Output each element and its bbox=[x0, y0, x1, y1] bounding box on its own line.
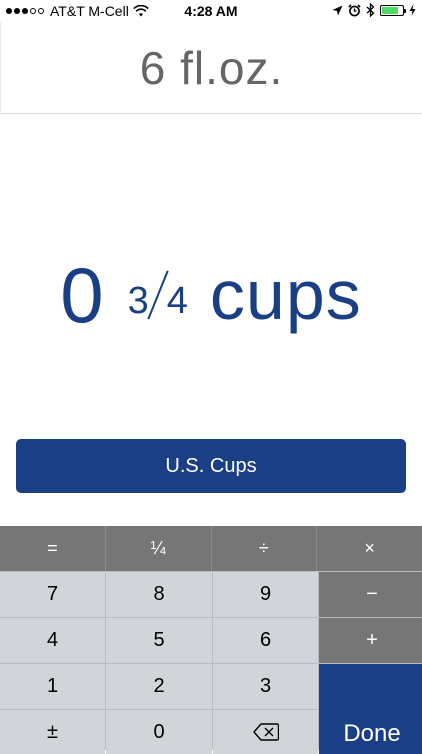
key-6[interactable]: 6 bbox=[213, 618, 318, 663]
result-whole-number: 0 bbox=[60, 250, 104, 339]
bluetooth-icon bbox=[366, 3, 375, 17]
plus-key[interactable]: + bbox=[319, 618, 422, 663]
conversion-result: 0 3 4 cups bbox=[0, 240, 422, 350]
multiply-key[interactable]: × bbox=[317, 526, 422, 571]
key-0[interactable]: 0 bbox=[106, 710, 212, 754]
key-5[interactable]: 5 bbox=[106, 618, 212, 663]
battery-icon bbox=[380, 4, 406, 16]
equals-key[interactable]: = bbox=[0, 526, 106, 571]
key-9[interactable]: 9 bbox=[213, 572, 318, 617]
alarm-icon bbox=[348, 3, 361, 16]
key-4[interactable]: 4 bbox=[0, 618, 105, 663]
plus-minus-key[interactable]: ± bbox=[0, 710, 105, 754]
minus-key[interactable]: − bbox=[319, 572, 422, 617]
unit-select-button[interactable]: U.S. Cups bbox=[16, 439, 406, 493]
input-value: 6 fl.oz. bbox=[139, 41, 284, 94]
fraction-numerator: 3 bbox=[127, 279, 149, 322]
quarter-fraction-key[interactable]: ¼ bbox=[106, 526, 212, 571]
backspace-icon bbox=[252, 723, 279, 741]
key-8[interactable]: 8 bbox=[106, 572, 212, 617]
key-1[interactable]: 1 bbox=[0, 664, 105, 709]
status-right bbox=[332, 3, 416, 17]
fraction-denominator: 4 bbox=[166, 279, 188, 322]
location-icon bbox=[332, 5, 343, 15]
keypad: = ¼ ÷ × 7 8 9 − 4 5 6 + 1 2 3 Done ± 0 bbox=[0, 526, 422, 754]
input-display[interactable]: 6 fl.oz. bbox=[0, 22, 422, 114]
result-fraction: 3 4 bbox=[127, 269, 188, 322]
backspace-key[interactable] bbox=[213, 710, 318, 754]
battery-level bbox=[382, 6, 398, 14]
done-button[interactable]: Done bbox=[319, 664, 422, 754]
charging-icon bbox=[409, 4, 416, 16]
operator-row: = ¼ ÷ × bbox=[0, 526, 422, 571]
key-3[interactable]: 3 bbox=[213, 664, 318, 709]
divide-key[interactable]: ÷ bbox=[212, 526, 318, 571]
fraction-slash bbox=[147, 270, 169, 320]
key-7[interactable]: 7 bbox=[0, 572, 105, 617]
number-grid: 7 8 9 − 4 5 6 + 1 2 3 Done ± 0 bbox=[0, 571, 422, 754]
result-unit: cups bbox=[209, 256, 362, 334]
status-bar: AT&T M-Cell 4:28 AM bbox=[0, 0, 422, 22]
key-2[interactable]: 2 bbox=[106, 664, 212, 709]
